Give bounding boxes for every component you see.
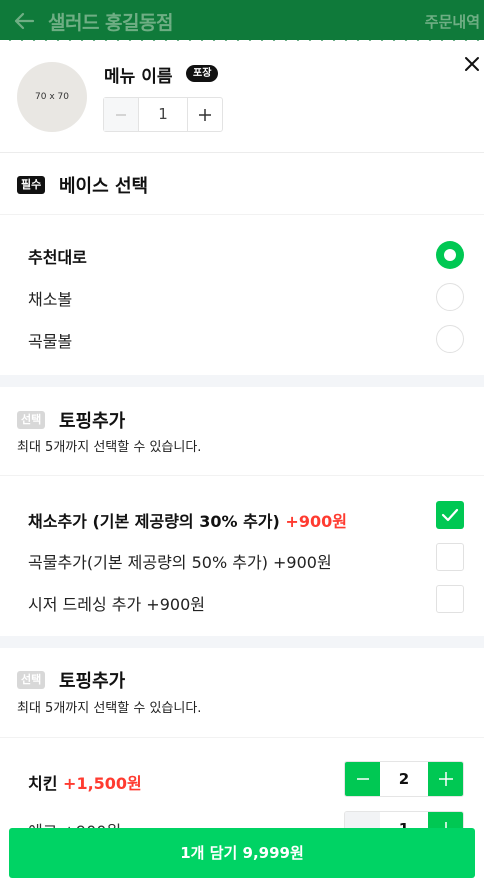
close-icon[interactable] (464, 56, 480, 72)
topping-quantity-stepper: 2 (344, 761, 464, 797)
store-title: 샐러드 홍길동점 (48, 12, 173, 34)
orders-link[interactable]: 주문내역 (425, 11, 480, 32)
section-subtitle: 최대 5개까지 선택할 수 있습니다. (17, 701, 202, 716)
section-title: 토핑추가 (59, 671, 126, 692)
topping-item-label: 치킨 +1,500원 (28, 770, 142, 794)
app-bar: 샐러드 홍길동점 주문내역 (0, 0, 484, 42)
check-icon (441, 508, 459, 522)
optional-tag: 선택 (17, 671, 46, 689)
topping-option-label[interactable]: 시저 드레싱 추가 +900원 (28, 591, 205, 615)
divider (0, 475, 484, 476)
increase-button[interactable] (187, 98, 222, 131)
add-to-cart-button[interactable]: 1개 담기 9,999원 (9, 828, 475, 878)
section-title: 베이스 선택 (59, 176, 149, 197)
checkbox-unchecked[interactable] (436, 543, 464, 571)
required-tag: 필수 (17, 176, 46, 194)
radio-unselected[interactable] (436, 283, 464, 311)
section-title: 토핑추가 (59, 411, 126, 432)
divider (0, 737, 484, 738)
section-divider (0, 375, 484, 387)
section-subtitle: 최대 5개까지 선택할 수 있습니다. (17, 440, 202, 455)
radio-unselected[interactable] (436, 325, 464, 353)
decrease-button[interactable] (345, 762, 380, 796)
quantity-value: 1 (158, 105, 168, 123)
product-thumbnail: 70 x 70 (17, 62, 87, 132)
section-divider (0, 636, 484, 648)
topping-option-label[interactable]: 곡물추가(기본 제공량의 50% 추가) +900원 (28, 549, 332, 573)
plus-icon (438, 772, 453, 786)
minus-icon (356, 778, 369, 780)
optional-tag: 선택 (17, 411, 46, 429)
plus-icon (199, 108, 211, 121)
sheet-zigzag-edge (8, 40, 480, 41)
arrow-left-icon[interactable] (12, 9, 36, 33)
menu-name: 메뉴 이름 (104, 67, 173, 87)
pack-badge: 포장 (186, 65, 219, 82)
minus-icon (116, 113, 126, 116)
divider (0, 152, 484, 153)
radio-selected[interactable] (436, 241, 464, 269)
base-option-label[interactable]: 곡물볼 (28, 328, 72, 352)
topping-option-price: +900원 (285, 512, 347, 531)
topping-item-price: +1,500원 (63, 774, 142, 793)
topping-option-label[interactable]: 채소추가 (기본 제공량의 30% 추가) +900원 (28, 508, 347, 532)
quantity-value: 2 (380, 762, 428, 796)
checkbox-checked[interactable] (436, 501, 464, 529)
topping-item-name: 치킨 (28, 774, 58, 793)
topping-option-name: 채소추가 (기본 제공량의 30% 추가) (28, 512, 280, 531)
increase-button[interactable] (428, 762, 463, 796)
option-sheet: 70 x 70 메뉴 이름 포장 1 필수 베이스 선택 추천대로 채소볼 곡물… (0, 40, 484, 878)
base-option-label[interactable]: 채소볼 (28, 286, 72, 310)
product-quantity-stepper: 1 (103, 97, 223, 132)
base-option-label[interactable]: 추천대로 (28, 244, 87, 268)
checkbox-unchecked[interactable] (436, 585, 464, 613)
decrease-button[interactable] (104, 98, 139, 131)
divider (0, 214, 484, 215)
